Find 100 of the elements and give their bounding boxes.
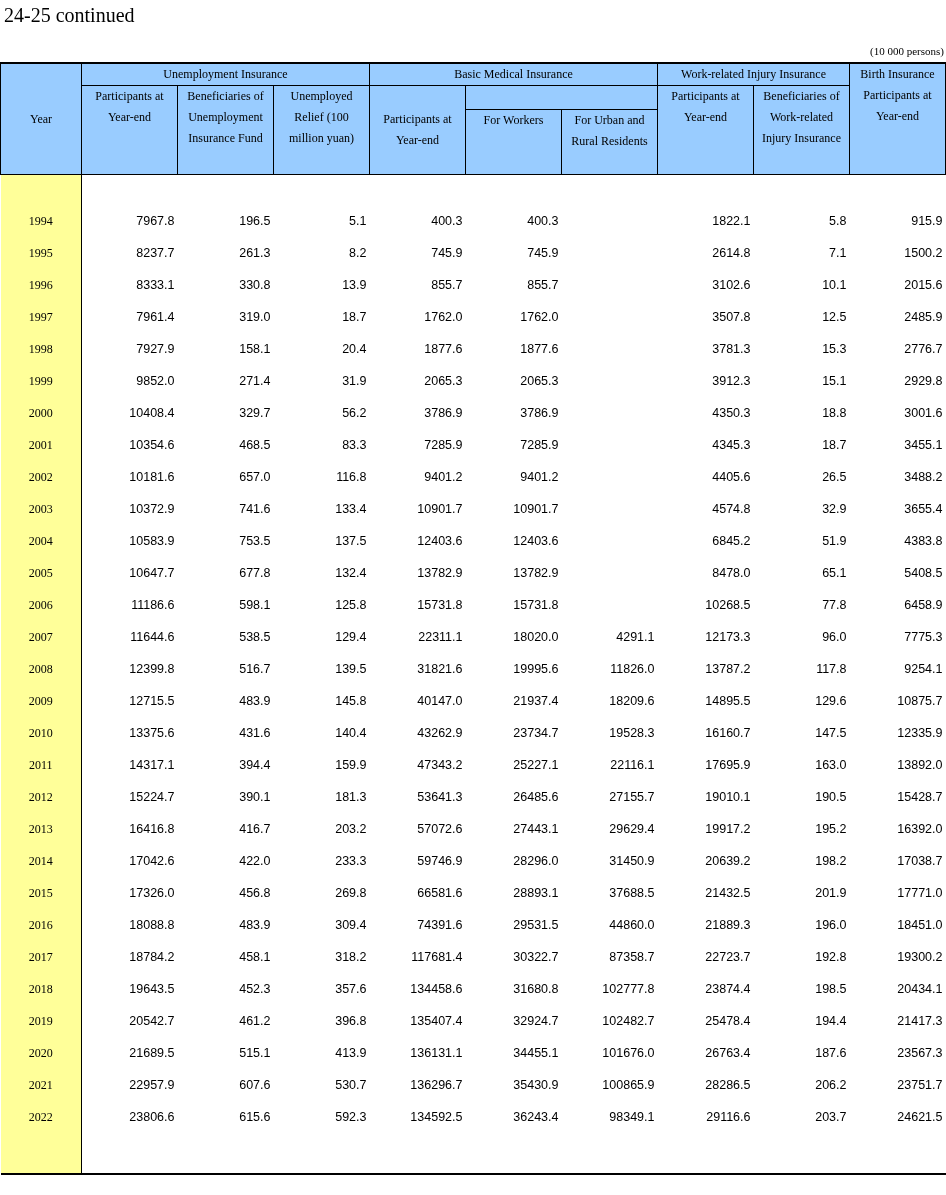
table-cell-text: 12403.6 bbox=[512, 533, 560, 550]
table-cell-text: 400.3 bbox=[430, 213, 464, 230]
year-cell: 2009 bbox=[0, 685, 82, 717]
table-cell-text: 9401.2 bbox=[519, 469, 560, 486]
table-cell-text: 416.7 bbox=[238, 821, 272, 838]
table-cell-text: 12335.9 bbox=[896, 725, 944, 742]
table-cell-text: 194.4 bbox=[814, 1013, 848, 1030]
year-cell: 2021 bbox=[0, 1069, 82, 1101]
group-header: Unemployment Insurance bbox=[81, 63, 370, 86]
table-cell-text: 458.1 bbox=[238, 949, 272, 966]
table-cell: 10354.6 bbox=[81, 429, 178, 461]
table-cell-text: 12.5 bbox=[821, 309, 848, 326]
table-cell-text: 319.0 bbox=[238, 309, 272, 326]
table-cell-text: 855.7 bbox=[526, 277, 560, 294]
table-cell-text: 12403.6 bbox=[416, 533, 464, 550]
year-cell: 2020 bbox=[0, 1037, 82, 1069]
table-cell-text: 29531.5 bbox=[512, 917, 560, 934]
table-cell-text: 15731.8 bbox=[416, 597, 464, 614]
year-cell: 2022 bbox=[0, 1101, 82, 1133]
table-cell-text: 1762.0 bbox=[519, 309, 560, 326]
table-cell-text: 4291.1 bbox=[615, 629, 656, 646]
table-cell-text: 51.9 bbox=[821, 533, 848, 550]
table-cell-text: 29116.6 bbox=[705, 1109, 752, 1126]
table-cell-text: 329.7 bbox=[238, 405, 272, 422]
table-cell-text: 413.9 bbox=[334, 1045, 368, 1062]
table-cell-text: 3102.6 bbox=[711, 277, 752, 294]
table-cell-text: 1877.6 bbox=[519, 341, 560, 358]
table-cell-text: 134458.6 bbox=[409, 981, 464, 998]
table-cell-text: 133.4 bbox=[334, 501, 368, 518]
column-header: Beneficiaries of Unemployment Insurance Fund bbox=[177, 85, 274, 175]
table-cell-text: 31821.6 bbox=[416, 661, 464, 678]
table-cell-text: 21432.5 bbox=[704, 885, 752, 902]
table-cell-text: 21417.3 bbox=[896, 1013, 944, 1030]
table-cell-text: 25227.1 bbox=[512, 757, 560, 774]
table-cell-text: 3912.3 bbox=[711, 373, 752, 390]
table-cell-text: 18.7 bbox=[341, 309, 368, 326]
table-cell-text: 32.9 bbox=[821, 501, 848, 518]
table-cell-text: 22116.1 bbox=[609, 757, 656, 774]
year-cell: 1997 bbox=[0, 301, 82, 333]
table-cell: 9852.0 bbox=[81, 365, 178, 397]
table-cell: 20542.7 bbox=[81, 1005, 178, 1037]
table-cell-text: 1877.6 bbox=[423, 341, 464, 358]
table-cell-text: 269.8 bbox=[334, 885, 368, 902]
table-cell-text: 10268.5 bbox=[704, 597, 752, 614]
table-cell-text: 13782.9 bbox=[416, 565, 464, 582]
column-header: Participants at Year-end bbox=[657, 85, 754, 175]
table-cell: 7927.9 bbox=[81, 333, 178, 365]
table-cell-text: 140.4 bbox=[334, 725, 368, 742]
table-cell-text: 271.4 bbox=[238, 373, 272, 390]
table-cell-text: 3455.1 bbox=[903, 437, 944, 454]
table-cell-text: 102482.7 bbox=[601, 1013, 656, 1030]
table-cell-text: 102777.8 bbox=[601, 981, 656, 998]
year-cell: 2016 bbox=[0, 909, 82, 941]
table-cell-text: 3488.2 bbox=[903, 469, 944, 486]
table-cell-text: 20434.1 bbox=[896, 981, 944, 998]
table-cell-text: 422.0 bbox=[238, 853, 272, 870]
table-cell-text: 31450.9 bbox=[608, 853, 656, 870]
table-cell-text: 400.3 bbox=[526, 213, 560, 230]
table-cell-text: 15.1 bbox=[821, 373, 848, 390]
year-cell: 2013 bbox=[0, 813, 82, 845]
table-cell-text: 137.5 bbox=[334, 533, 368, 550]
table-cell-text: 9401.2 bbox=[423, 469, 464, 486]
table-cell-text: 17038.7 bbox=[896, 853, 944, 870]
table-cell-text: 8.2 bbox=[348, 245, 368, 262]
table-cell-text: 135407.4 bbox=[409, 1013, 464, 1030]
table-cell: 13375.6 bbox=[81, 717, 178, 749]
table-cell-text: 25478.4 bbox=[704, 1013, 752, 1030]
table-cell-text: 198.2 bbox=[814, 853, 848, 870]
table-cell-text: 145.8 bbox=[334, 693, 368, 710]
table-cell-text: 129.6 bbox=[814, 693, 848, 710]
table-cell-text: 27443.1 bbox=[512, 821, 560, 838]
table-cell-text: 753.5 bbox=[238, 533, 272, 550]
year-cell: 2003 bbox=[0, 493, 82, 525]
year-cell: 1996 bbox=[0, 269, 82, 301]
table-cell: 10583.9 bbox=[81, 525, 178, 557]
table-cell-text: 2065.3 bbox=[423, 373, 464, 390]
table-cell: 10408.4 bbox=[81, 397, 178, 429]
table-cell-text: 31.9 bbox=[341, 373, 368, 390]
year-cell: 2007 bbox=[0, 621, 82, 653]
table-cell-text: 318.2 bbox=[334, 949, 368, 966]
table-cell-text: 3001.6 bbox=[903, 405, 944, 422]
year-cell: 2000 bbox=[0, 397, 82, 429]
table-cell-text: 18.7 bbox=[821, 437, 848, 454]
table-cell-text: 37688.5 bbox=[608, 885, 656, 902]
column-header: Unemployed Relief (100 million yuan) bbox=[273, 85, 370, 175]
table-title: 24-25 continued bbox=[3, 4, 136, 28]
table-cell-text: 6458.9 bbox=[903, 597, 944, 614]
table-cell-text: 17771.0 bbox=[896, 885, 944, 902]
table-cell-text: 261.3 bbox=[238, 245, 272, 262]
table-cell-text: 181.3 bbox=[334, 789, 368, 806]
year-cell: 2005 bbox=[0, 557, 82, 589]
table-cell-text: 745.9 bbox=[526, 245, 560, 262]
table-cell-text: 7775.3 bbox=[903, 629, 944, 646]
year-cell: 2019 bbox=[0, 1005, 82, 1037]
table-cell: 21689.5 bbox=[81, 1037, 178, 1069]
table-cell-text: 19528.3 bbox=[608, 725, 656, 742]
year-cell: 2002 bbox=[0, 461, 82, 493]
table-cell-text: 23734.7 bbox=[512, 725, 560, 742]
table-cell-text: 134592.5 bbox=[409, 1109, 464, 1126]
table-cell-text: 129.4 bbox=[334, 629, 368, 646]
